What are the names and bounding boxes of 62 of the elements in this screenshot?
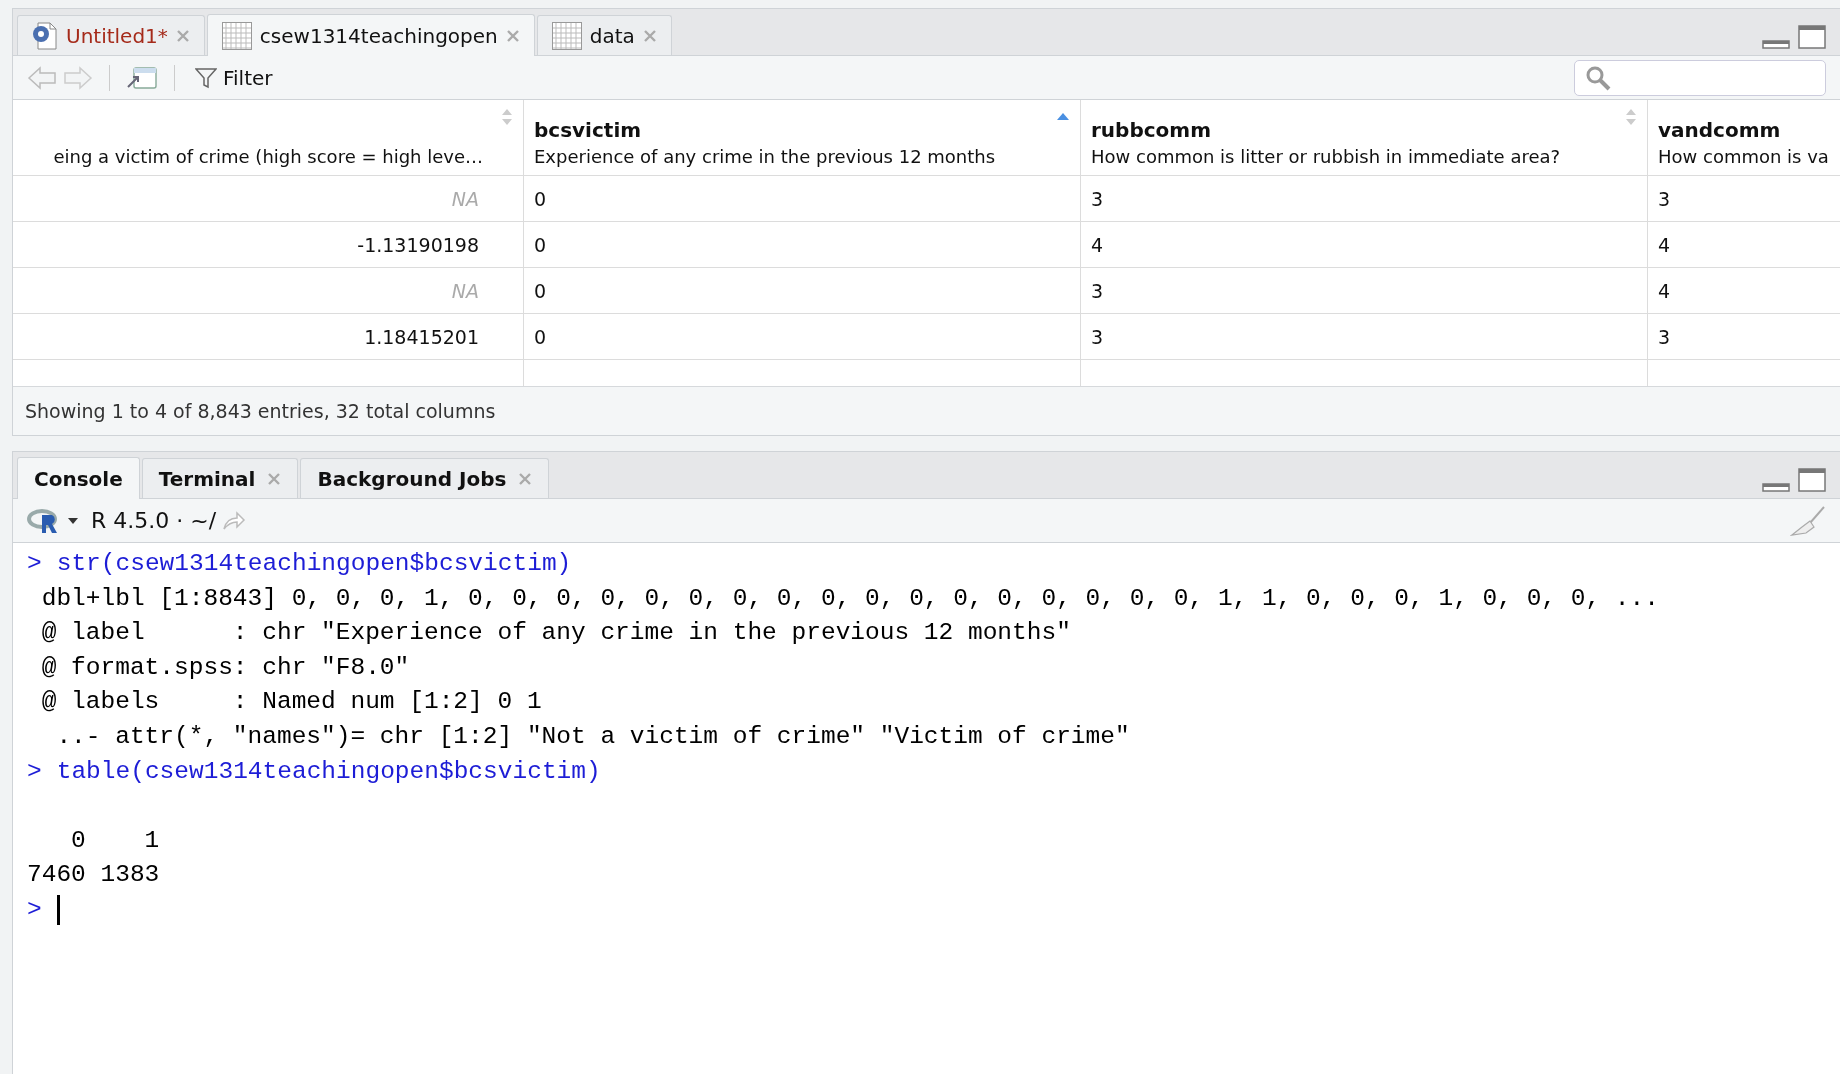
table-cell: 3 [1091,187,1104,210]
maximize-icon [1798,25,1826,49]
editor-tab[interactable]: Untitled1* [17,15,205,55]
console-output: @ labels : Named num [1:2] 0 1 [40,687,542,718]
console-output: @ label : chr "Experience of any crime in the previous 12 months" [40,618,1071,649]
filter-button[interactable]: Filter [191,63,277,92]
minimize-icon [1762,480,1790,492]
table-cell: NA [451,187,479,210]
editor-tab[interactable]: data [536,15,672,55]
column-label: How common is litter or rubbish in immediate area? [1091,146,1562,167]
close-icon [642,28,657,43]
table-status-text: Showing 1 to 4 of 8,843 entries, 32 total columns [24,399,497,424]
filter-icon [195,66,217,89]
share-arrow-icon [222,510,247,531]
table-cell: 3 [1658,325,1671,348]
column-label: How common is va [1658,146,1830,167]
table-grid-icon [551,21,582,50]
close-icon [175,28,190,43]
column-label: eing a victim of crime (high score = high leve… [53,146,483,167]
table-cell: 1.18415201 [364,325,479,348]
table-cell: 4 [1658,233,1671,256]
table-cell: NA [451,279,479,302]
maximize-icon [1798,468,1826,492]
r-version-path: R 4.5.0 · ~/ [91,508,217,533]
console-tab[interactable]: Terminal [141,458,299,498]
text-cursor [56,895,60,926]
console-command: str(csew1314teachingopen$bcsvictim) [56,549,572,579]
table-cell: 3 [1091,325,1104,348]
table-cell: 4 [1658,279,1671,302]
column-name: vandcomm [1658,118,1782,142]
console-output: dbl+lbl [1:8843] 0, 0, 0, 1, 0, 0, 0, 0, 0, 0, 0, 0, 0, 0, 0, 0, 0, 0, 0, 0, 0, 1, 1, 0, 0, 0, 1, 0, 0, 0, ... [40,583,1659,614]
console-tab[interactable]: Console [17,457,140,499]
console-output: 0 1 [70,825,160,856]
table-cell: 0 [534,187,547,210]
table-cell: 0 [534,325,547,348]
minimize-icon [1762,37,1790,49]
search-field[interactable] [1574,59,1826,96]
editor-tab[interactable]: csew1314teachingopen [206,14,535,56]
caret-icon [67,516,79,525]
column-label: Experience of any crime in the previous 12 months [534,146,997,167]
console-prompt: > [27,549,42,579]
table-cell: 3 [1658,187,1671,210]
console-output: @ format.spss: chr "F8.0" [40,652,410,683]
column-name: rubbcomm [1091,118,1212,142]
console-output: 7460 1383 [27,860,160,891]
broom-icon [1790,504,1826,537]
table-grid-icon [221,21,252,50]
table-cell: 4 [1091,233,1104,256]
document-icon [32,21,58,50]
console-output: ..- attr(*, "names")= chr [1:2] "Not a victim of crime" "Victim of crime" [55,721,1130,752]
column-name: bcsvictim [534,118,643,142]
search-icon [1585,64,1611,91]
table-cell: 0 [534,233,547,256]
table-cell: 3 [1091,279,1104,302]
console-prompt: > [27,894,42,925]
console-tab[interactable]: Background Jobs [300,458,550,498]
close-icon [505,28,520,43]
console-prompt: > [27,756,42,787]
table-cell: -1.13190198 [357,233,479,256]
console-command: table(csew1314teachingopen$bcsvictim) [56,756,601,787]
table-cell: 0 [534,279,547,302]
popout-window-icon [126,65,158,90]
